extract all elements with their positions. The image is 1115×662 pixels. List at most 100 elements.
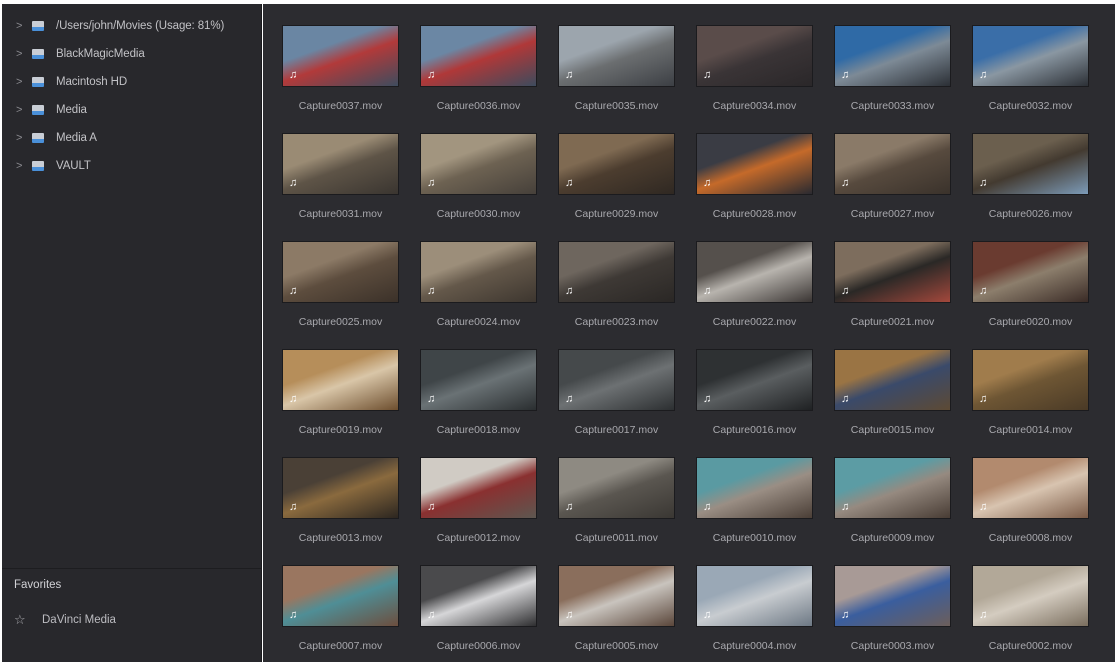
clip-grid: ♫ Capture0037.mov ♫ Capture0036.mov ♫ Capture… xyxy=(282,25,1089,652)
drive-icon xyxy=(32,48,44,60)
clip-thumbnail[interactable]: ♫ xyxy=(282,241,399,303)
clip-item[interactable]: ♫ Capture0005.mov xyxy=(558,565,675,652)
clip-item[interactable]: ♫ Capture0024.mov xyxy=(420,241,537,328)
clip-item[interactable]: ♫ Capture0019.mov xyxy=(282,349,399,436)
clip-name: Capture0016.mov xyxy=(712,424,797,436)
clip-thumbnail[interactable]: ♫ xyxy=(420,349,537,411)
clip-thumbnail[interactable]: ♫ xyxy=(972,457,1089,519)
clip-item[interactable]: ♫ Capture0018.mov xyxy=(420,349,537,436)
clip-item[interactable]: ♫ Capture0035.mov xyxy=(558,25,675,112)
favorite-item-davinci-media[interactable]: ☆ DaVinci Media xyxy=(14,609,116,631)
clip-name: Capture0028.mov xyxy=(712,208,797,220)
chevron-right-icon[interactable]: > xyxy=(16,48,26,60)
clip-thumbnail[interactable]: ♫ xyxy=(282,349,399,411)
clip-thumbnail[interactable]: ♫ xyxy=(972,133,1089,195)
clip-thumbnail[interactable]: ♫ xyxy=(282,25,399,87)
clip-thumbnail[interactable]: ♫ xyxy=(420,241,537,303)
clip-thumbnail[interactable]: ♫ xyxy=(282,457,399,519)
clip-item[interactable]: ♫ Capture0013.mov xyxy=(282,457,399,544)
clip-item[interactable]: ♫ Capture0026.mov xyxy=(972,133,1089,220)
volume-tree: > /Users/john/Movies (Usage: 81%) > BlackMa… xyxy=(2,12,261,180)
audio-icon: ♫ xyxy=(565,501,574,513)
clip-thumbnail[interactable]: ♫ xyxy=(696,133,813,195)
clip-item[interactable]: ♫ Capture0007.mov xyxy=(282,565,399,652)
clip-item[interactable]: ♫ Capture0009.mov xyxy=(834,457,951,544)
clip-item[interactable]: ♫ Capture0003.mov xyxy=(834,565,951,652)
clip-thumbnail[interactable]: ♫ xyxy=(696,565,813,627)
chevron-right-icon[interactable]: > xyxy=(16,76,26,88)
clip-item[interactable]: ♫ Capture0014.mov xyxy=(972,349,1089,436)
tree-item-2[interactable]: > BlackMagicMedia xyxy=(2,40,261,68)
clip-thumbnail[interactable]: ♫ xyxy=(834,349,951,411)
clip-item[interactable]: ♫ Capture0015.mov xyxy=(834,349,951,436)
clip-item[interactable]: ♫ Capture0031.mov xyxy=(282,133,399,220)
clip-item[interactable]: ♫ Capture0008.mov xyxy=(972,457,1089,544)
clip-name: Capture0033.mov xyxy=(850,100,935,112)
clip-item[interactable]: ♫ Capture0006.mov xyxy=(420,565,537,652)
clip-item[interactable]: ♫ Capture0012.mov xyxy=(420,457,537,544)
clip-item[interactable]: ♫ Capture0027.mov xyxy=(834,133,951,220)
clip-item[interactable]: ♫ Capture0011.mov xyxy=(558,457,675,544)
clip-item[interactable]: ♫ Capture0017.mov xyxy=(558,349,675,436)
chevron-right-icon[interactable]: > xyxy=(16,132,26,144)
clip-thumbnail[interactable]: ♫ xyxy=(696,25,813,87)
clip-name: Capture0025.mov xyxy=(298,316,383,328)
tree-item-4[interactable]: > Media xyxy=(2,96,261,124)
clip-item[interactable]: ♫ Capture0004.mov xyxy=(696,565,813,652)
chevron-right-icon[interactable]: > xyxy=(16,104,26,116)
clip-thumbnail[interactable]: ♫ xyxy=(972,25,1089,87)
clip-thumbnail[interactable]: ♫ xyxy=(282,133,399,195)
clip-thumbnail[interactable]: ♫ xyxy=(420,457,537,519)
clip-item[interactable]: ♫ Capture0030.mov xyxy=(420,133,537,220)
clip-item[interactable]: ♫ Capture0022.mov xyxy=(696,241,813,328)
clip-thumbnail[interactable]: ♫ xyxy=(834,457,951,519)
clip-name: Capture0014.mov xyxy=(988,424,1073,436)
tree-item-3[interactable]: > Macintosh HD xyxy=(2,68,261,96)
clip-item[interactable]: ♫ Capture0023.mov xyxy=(558,241,675,328)
clip-thumbnail[interactable]: ♫ xyxy=(420,25,537,87)
clip-item[interactable]: ♫ Capture0016.mov xyxy=(696,349,813,436)
audio-icon: ♫ xyxy=(841,393,850,405)
chevron-right-icon[interactable]: > xyxy=(16,160,26,172)
clip-item[interactable]: ♫ Capture0025.mov xyxy=(282,241,399,328)
clip-item[interactable]: ♫ Capture0028.mov xyxy=(696,133,813,220)
clip-thumbnail[interactable]: ♫ xyxy=(834,241,951,303)
clip-thumbnail[interactable]: ♫ xyxy=(696,349,813,411)
clip-thumbnail[interactable]: ♫ xyxy=(558,133,675,195)
favorites-divider xyxy=(2,568,261,569)
clip-item[interactable]: ♫ Capture0034.mov xyxy=(696,25,813,112)
clip-thumbnail[interactable]: ♫ xyxy=(558,241,675,303)
clip-thumbnail[interactable]: ♫ xyxy=(834,565,951,627)
clip-thumbnail[interactable]: ♫ xyxy=(558,25,675,87)
clip-thumbnail[interactable]: ♫ xyxy=(834,133,951,195)
clip-item[interactable]: ♫ Capture0021.mov xyxy=(834,241,951,328)
clip-item[interactable]: ♫ Capture0002.mov xyxy=(972,565,1089,652)
clip-thumbnail[interactable]: ♫ xyxy=(420,565,537,627)
clip-thumbnail[interactable]: ♫ xyxy=(972,565,1089,627)
clip-thumbnail[interactable]: ♫ xyxy=(696,457,813,519)
clip-thumbnail[interactable]: ♫ xyxy=(282,565,399,627)
clip-name: Capture0032.mov xyxy=(988,100,1073,112)
clip-thumbnail[interactable]: ♫ xyxy=(558,349,675,411)
clip-item[interactable]: ♫ Capture0020.mov xyxy=(972,241,1089,328)
clip-thumbnail[interactable]: ♫ xyxy=(696,241,813,303)
tree-item-6[interactable]: > VAULT xyxy=(2,152,261,180)
clip-item[interactable]: ♫ Capture0036.mov xyxy=(420,25,537,112)
clip-thumbnail[interactable]: ♫ xyxy=(972,349,1089,411)
clip-name: Capture0023.mov xyxy=(574,316,659,328)
clip-thumbnail[interactable]: ♫ xyxy=(972,241,1089,303)
chevron-right-icon[interactable]: > xyxy=(16,20,26,32)
tree-item-1[interactable]: > /Users/john/Movies (Usage: 81%) xyxy=(2,12,261,40)
clip-thumbnail[interactable]: ♫ xyxy=(420,133,537,195)
clip-thumbnail[interactable]: ♫ xyxy=(558,457,675,519)
clip-name: Capture0002.mov xyxy=(988,640,1073,652)
clip-thumbnail[interactable]: ♫ xyxy=(558,565,675,627)
clip-item[interactable]: ♫ Capture0010.mov xyxy=(696,457,813,544)
tree-item-5[interactable]: > Media A xyxy=(2,124,261,152)
clip-item[interactable]: ♫ Capture0032.mov xyxy=(972,25,1089,112)
clip-item[interactable]: ♫ Capture0033.mov xyxy=(834,25,951,112)
clip-item[interactable]: ♫ Capture0029.mov xyxy=(558,133,675,220)
clip-name: Capture0018.mov xyxy=(436,424,521,436)
clip-thumbnail[interactable]: ♫ xyxy=(834,25,951,87)
clip-item[interactable]: ♫ Capture0037.mov xyxy=(282,25,399,112)
